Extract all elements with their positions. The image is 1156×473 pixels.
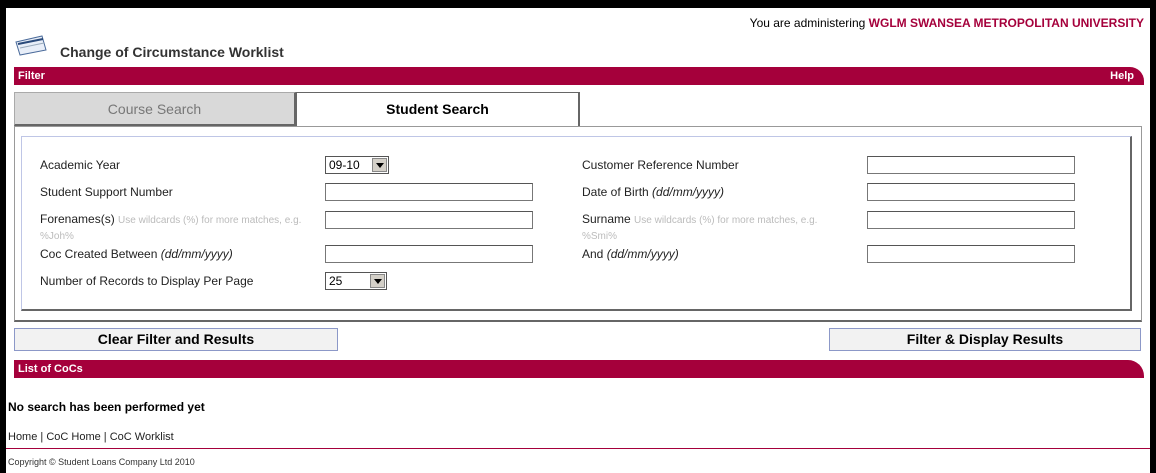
crn-label: Customer Reference Number	[582, 158, 739, 172]
filter-bar: Filter Help	[14, 67, 1144, 85]
records-per-page-label: Number of Records to Display Per Page	[40, 274, 254, 288]
dob-label: Date of Birth (dd/mm/yyyy)	[582, 185, 724, 200]
and-label-text: And	[582, 247, 604, 261]
filter-display-button[interactable]: Filter & Display Results	[829, 328, 1141, 351]
dob-format: (dd/mm/yyyy)	[652, 185, 725, 199]
coc-home-link[interactable]: CoC Home	[46, 431, 100, 443]
surname-label: Surname Use wildcards (%) for more match…	[582, 212, 842, 244]
and-input[interactable]	[867, 245, 1075, 263]
ssn-input[interactable]	[325, 183, 533, 201]
clear-filter-button[interactable]: Clear Filter and Results	[14, 328, 338, 351]
page-title: Change of Circumstance Worklist	[60, 44, 284, 60]
link-separator: |	[103, 431, 107, 443]
search-tabs: Course Search Student Search	[14, 92, 580, 126]
dob-input[interactable]	[867, 183, 1075, 201]
coc-created-format: (dd/mm/yyyy)	[160, 247, 233, 261]
home-link[interactable]: Home	[8, 431, 37, 443]
link-separator: |	[40, 431, 44, 443]
worklist-icon	[15, 35, 47, 56]
footer-divider	[6, 448, 1150, 449]
records-per-page-value: 25	[329, 274, 343, 288]
coc-created-input[interactable]	[325, 245, 533, 263]
admin-info: You are administering WGLM SWANSEA METRO…	[750, 16, 1144, 30]
surname-input[interactable]	[867, 211, 1075, 229]
academic-year-value: 09-10	[329, 158, 360, 172]
coc-created-label-text: Coc Created Between	[40, 247, 158, 261]
academic-year-select[interactable]: 09-10	[325, 156, 389, 174]
forenames-input[interactable]	[325, 211, 533, 229]
ssn-label: Student Support Number	[40, 185, 173, 199]
list-bar-label: List of CoCs	[18, 363, 83, 375]
crn-input[interactable]	[867, 156, 1075, 174]
dob-label-text: Date of Birth	[582, 185, 649, 199]
filter-bar-label: Filter	[18, 70, 45, 82]
tab-course-search[interactable]: Course Search	[14, 92, 296, 126]
help-link[interactable]: Help	[1110, 67, 1134, 85]
institution-name: WGLM SWANSEA METROPOLITAN UNIVERSITY	[868, 16, 1144, 30]
copyright: Copyright © Student Loans Company Ltd 20…	[8, 457, 195, 467]
forenames-label: Forenames(s) Use wildcards (%) for more …	[40, 212, 320, 244]
admin-prefix: You are administering	[749, 16, 866, 30]
tab-student-search[interactable]: Student Search	[296, 92, 580, 126]
and-label: And (dd/mm/yyyy)	[582, 247, 679, 262]
coc-worklist-link[interactable]: CoC Worklist	[110, 431, 174, 443]
filter-form: Academic Year 09-10 Student Support Numb…	[21, 136, 1132, 311]
forenames-label-text: Forenames(s)	[40, 212, 115, 226]
list-bar: List of CoCs	[14, 360, 1144, 378]
no-search-message: No search has been performed yet	[8, 400, 205, 414]
and-format: (dd/mm/yyyy)	[606, 247, 679, 261]
academic-year-label: Academic Year	[40, 158, 121, 172]
chevron-down-icon[interactable]	[370, 274, 385, 288]
chevron-down-icon[interactable]	[372, 158, 387, 172]
footer-links: Home | CoC Home | CoC Worklist	[8, 431, 174, 443]
filter-panel: Academic Year 09-10 Student Support Numb…	[14, 126, 1142, 322]
coc-created-label: Coc Created Between (dd/mm/yyyy)	[40, 247, 233, 262]
surname-label-text: Surname	[582, 212, 631, 226]
page-header: Change of Circumstance Worklist	[14, 30, 284, 60]
records-per-page-select[interactable]: 25	[325, 272, 387, 290]
